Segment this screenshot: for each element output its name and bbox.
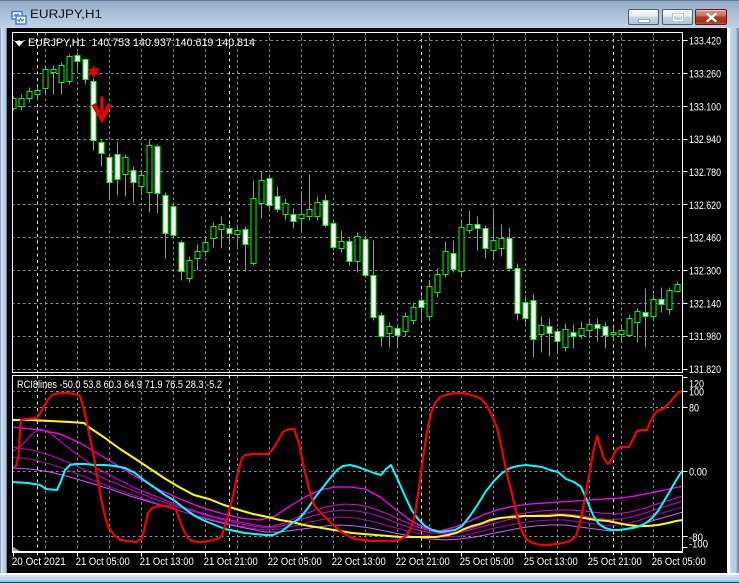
svg-text:133.260: 133.260 [689, 68, 721, 80]
svg-text:RCI8lines -50.0 53.8 60.3 64.9: RCI8lines -50.0 53.8 60.3 64.9 71.9 76.5… [17, 379, 222, 391]
svg-text:21 Oct 05:00: 21 Oct 05:00 [76, 556, 130, 568]
svg-text:-100: -100 [689, 539, 708, 551]
svg-text:132.620: 132.620 [689, 200, 721, 212]
svg-text:100: 100 [689, 387, 704, 399]
svg-text:EURJPY,H1 140.753 140.937 140: EURJPY,H1 140.753 140.937 140.619 140.81… [28, 37, 255, 49]
svg-text:EURJPY,H1: EURJPY,H1 [30, 7, 102, 21]
svg-text:131.820: 131.820 [689, 364, 721, 376]
svg-text:133.100: 133.100 [689, 101, 721, 113]
svg-text:132.300: 132.300 [689, 266, 721, 278]
svg-text:22 Oct 05:00: 22 Oct 05:00 [268, 556, 322, 568]
svg-text:25 Oct 05:00: 25 Oct 05:00 [460, 556, 514, 568]
svg-text:20 Oct 2021: 20 Oct 2021 [12, 556, 66, 568]
svg-text:132.940: 132.940 [689, 134, 721, 146]
svg-text:22 Oct 13:00: 22 Oct 13:00 [332, 556, 386, 568]
svg-text:22 Oct 21:00: 22 Oct 21:00 [396, 556, 450, 568]
svg-text:131.980: 131.980 [689, 331, 721, 343]
svg-text:80: 80 [689, 403, 699, 415]
svg-text:21 Oct 13:00: 21 Oct 13:00 [140, 556, 194, 568]
svg-text:26 Oct 05:00: 26 Oct 05:00 [652, 556, 706, 568]
svg-text:25 Oct 21:00: 25 Oct 21:00 [588, 556, 642, 568]
svg-text:132.140: 132.140 [689, 298, 721, 310]
svg-text:132.780: 132.780 [689, 167, 721, 179]
svg-text:0.00: 0.00 [689, 467, 707, 479]
svg-text:133.420: 133.420 [689, 36, 721, 48]
svg-text:21 Oct 21:00: 21 Oct 21:00 [204, 556, 258, 568]
svg-text:132.460: 132.460 [689, 233, 721, 245]
svg-text:25 Oct 13:00: 25 Oct 13:00 [524, 556, 578, 568]
